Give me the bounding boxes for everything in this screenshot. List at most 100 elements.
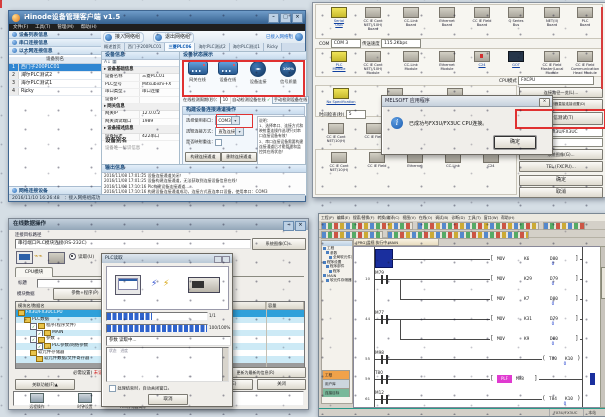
module-item[interactable]: C24 [465,51,499,67]
sidebar-section[interactable]: 串口连接信息 [9,39,101,47]
module-item[interactable]: CC IE Cont NET(/10H) Board [356,7,390,31]
sidebar-section[interactable]: 设备列表信息 [9,31,101,39]
speed-value-box[interactable]: 115.2Kbps [381,39,421,48]
no-specification-item[interactable]: No Specification [324,88,358,104]
radio-option[interactable]: 读取(U) [69,253,94,260]
device-row[interactable]: 1西门子200PLC01 [9,64,101,72]
property-row[interactable]: 网关IP12.0.0.2 [102,111,180,118]
close-icon[interactable]: × [539,98,550,107]
tel-button[interactable]: TEL (FXCPU)... [519,161,603,172]
remove-channel-button[interactable]: 删除连接通道 [221,152,257,162]
minimize-icon[interactable] [214,256,222,263]
property-row[interactable]: 设备IP [102,97,180,104]
cancel-button[interactable]: 取消 [519,187,603,198]
nav-button[interactable]: 工程 [322,370,350,379]
tree-item[interactable]: 软元件存储器 [322,278,352,283]
module-item[interactable]: CC-Link Board [394,7,428,27]
system-image-button[interactable]: 系统图像(C)... [252,238,306,250]
menu-item[interactable]: 帮助(H) [501,214,514,221]
toolbar-icons[interactable] [417,222,539,230]
table-header-cell[interactable]: 容量 [266,302,304,309]
leave-network-button[interactable]: 退出网络组 [153,32,194,43]
sidebar-section[interactable]: 以太网连接信息 [9,47,101,55]
menu-item[interactable]: 诊断(D) [451,214,464,221]
melsoft-ok-button[interactable]: 确定 [494,136,536,149]
window-button[interactable]: × [292,13,303,23]
module-item[interactable]: CC IE Field Communication Head Module [568,51,602,75]
module-item[interactable]: CC IE Cont NET/10(H) [322,152,356,172]
ladder-editor-area[interactable]: [MOVK6D80]010M79[MOVK29D79]0[MOVK7D80]04… [353,246,601,408]
remap-checkbox[interactable] [215,139,222,146]
module-item[interactable]: Serial USB [322,7,356,27]
menu-item[interactable]: 调试(B) [435,214,448,221]
device-row[interactable]: 3海尔PLC测试1 [9,80,101,88]
document-tab[interactable]: [PRG]监视 执行中 MAIN [353,238,439,246]
cycle-input[interactable]: 10 [220,96,231,104]
device-row[interactable]: 4Ricky [9,88,101,96]
module-item[interactable]: Q Series Bus [499,7,533,27]
module-item[interactable]: CC-Link Module [394,51,428,71]
window-button[interactable]: – [268,13,279,23]
window-button[interactable]: × [295,221,306,231]
window-titlebar[interactable]: Hinode设备管理客户端 v1.5 –□× [9,11,305,24]
device-tab[interactable]: 海尔PLC测试2 [195,43,229,51]
mode-combo[interactable]: 直连连接▾ [215,127,244,136]
menu-item[interactable]: 编辑(E) [337,214,350,221]
progress-titlebar[interactable]: PLC读取 [102,254,232,263]
dialog-titlebar[interactable]: 在线数据操作 –× [9,219,308,230]
menu-item[interactable]: 文件(F) [13,24,28,31]
menu-item[interactable]: 工程(P) [321,214,334,221]
window-button[interactable]: □ [280,13,291,23]
nav-button[interactable]: 连接目标 [322,388,350,397]
close-icon[interactable] [222,256,230,263]
build-channel-button[interactable]: 构建连接通道 [185,152,221,162]
menu-item[interactable]: 管理(M) [57,24,73,31]
device-tab[interactable]: 三菱PLC06 [165,43,195,51]
join-network-button[interactable]: 接入网络组 [103,32,144,43]
device-tab[interactable]: 西门子200PLC01 [125,43,166,51]
progress-result-list[interactable]: 状态 进度 [106,347,229,382]
menu-item[interactable]: 工具(T) [35,24,50,31]
related-function-item[interactable]: 时钟设置 [66,393,104,404]
menu-item[interactable]: 窗口(W) [484,214,498,221]
scrollbar[interactable] [222,348,228,381]
nav-button[interactable]: 用户库 [322,379,350,388]
device-tab[interactable]: 海尔PLC测试1 [230,43,264,51]
module-item[interactable]: Ethernet Board [430,7,464,27]
module-item[interactable]: NET(II) Board [535,7,569,27]
menu-item[interactable]: 在线(O) [419,214,433,221]
scrollbar-thumb[interactable] [601,267,605,299]
property-category[interactable]: ▸设备描述信息 [102,126,180,133]
menu-item[interactable]: 转换/编译(C) [377,214,399,221]
auto-detect-checkbox[interactable]: ✓ [267,97,271,102]
menu-item[interactable]: 搜索/替换(F) [353,214,375,221]
property-grid-toolbar[interactable]: A↓ ▦ [102,60,180,67]
menu-item[interactable]: 帮助(H) [81,24,97,31]
module-item[interactable]: GOT [499,51,533,67]
related-functions-button[interactable]: 关联功能(F)▲ [15,379,75,390]
close-button[interactable]: 关闭 [257,379,306,390]
module-item[interactable]: CC IE Cont NET(/10H) Module [356,51,390,75]
manual-detect-button[interactable]: 手动检测设备在线 [272,96,310,104]
related-function-item[interactable]: 远程操作 [18,393,56,404]
scrollbar[interactable] [600,246,605,408]
com-value-box[interactable]: COM 3 [331,39,361,48]
property-row[interactable]: 串口类型串口连接 [102,89,180,96]
sidebar-bottom-item[interactable]: 网络连接设备 [9,186,101,194]
chevron-down-icon[interactable]: ▾ [231,117,239,124]
module-item[interactable]: CC IE Field Master/Local Module [535,51,569,75]
device-row[interactable]: 2海尔PLC测试2 [9,72,101,80]
property-row[interactable]: PLC型号Mitsubishi-FX [102,82,180,89]
ok-button[interactable]: 确定 [519,175,603,186]
property-row[interactable]: 设备名称三菱PLC01 [102,74,180,81]
module-item[interactable]: Ethernet Module [430,51,464,71]
device-tab[interactable]: Ricky [264,43,282,51]
output-log[interactable]: 2016/11/08 17:01:25 设备连接通道关闭！2016/11/08 … [102,173,306,194]
menu-item[interactable]: 工具(T) [468,214,481,221]
module-item[interactable]: CC IE Field Board [465,7,499,27]
module-item[interactable]: CC IE Cont NET/10(H) [319,123,353,143]
column-separator[interactable] [266,302,267,368]
property-category[interactable]: ▸网关信息 [102,104,180,111]
melsoft-titlebar[interactable]: MELSOFT 应用程序 × [382,96,552,107]
toolbar-icons[interactable] [543,222,585,230]
